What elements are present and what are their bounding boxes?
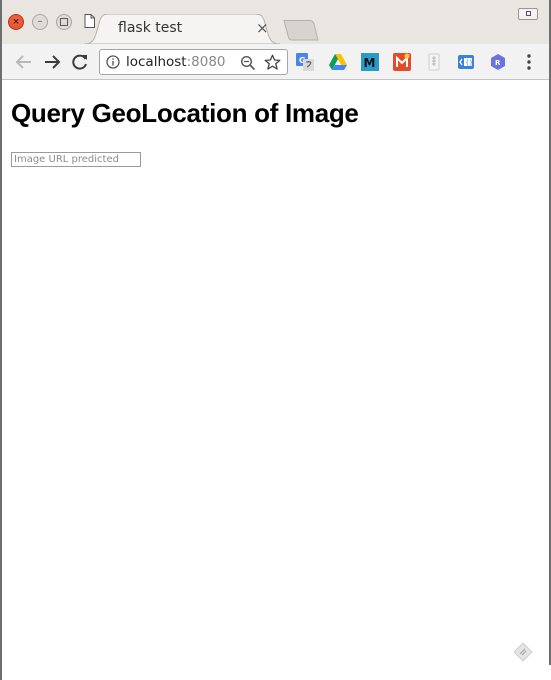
close-icon: ×	[12, 16, 20, 27]
google-translate-icon[interactable]: G	[296, 53, 314, 71]
back-arrow-icon[interactable]	[14, 52, 34, 72]
window-minimize-button[interactable]: –	[32, 14, 48, 30]
info-icon[interactable]	[106, 55, 120, 69]
page-content: Query GeoLocation of Image	[2, 80, 549, 680]
tab-flask-test[interactable]: flask test ×	[84, 14, 280, 44]
page-title: Query GeoLocation of Image	[11, 98, 359, 128]
window-bottom-edge	[2, 665, 551, 680]
reload-icon[interactable]	[70, 52, 90, 72]
address-port: :8080	[186, 54, 226, 70]
bookmark-star-icon[interactable]	[264, 54, 281, 71]
new-tab-button[interactable]	[282, 20, 320, 42]
blue-code-extension-icon[interactable]: {}	[457, 53, 475, 71]
red-extension-icon[interactable]	[393, 53, 411, 71]
forward-arrow-icon[interactable]	[42, 52, 62, 72]
window-close-button[interactable]: ×	[8, 14, 24, 30]
minimize-icon: –	[37, 16, 43, 27]
address-bar[interactable]: localhost:8080	[99, 49, 288, 75]
svg-text:{}: {}	[465, 60, 473, 67]
corner-extension-icon[interactable]	[513, 642, 533, 662]
address-url: localhost:8080	[126, 54, 226, 70]
zip-extension-icon[interactable]	[425, 53, 443, 71]
svg-text:R: R	[495, 59, 501, 67]
m-extension-icon[interactable]: M	[361, 53, 379, 71]
more-menu-icon[interactable]	[522, 53, 536, 71]
tab-title: flask test	[118, 20, 183, 36]
tab-strip: × – flask test ×	[2, 0, 549, 44]
zoom-out-icon[interactable]	[240, 55, 256, 71]
window-maximize-button[interactable]	[56, 14, 72, 30]
window-restore-icon[interactable]	[518, 8, 538, 20]
r-hexagon-icon[interactable]: R	[489, 53, 507, 71]
browser-window: × – flask test × localhost:8080 G M {} R…	[0, 0, 551, 680]
google-drive-icon[interactable]	[329, 53, 347, 71]
document-icon	[84, 14, 95, 28]
address-host: localhost	[126, 54, 187, 70]
svg-text:M: M	[364, 56, 376, 70]
image-url-input[interactable]	[11, 152, 141, 167]
browser-toolbar: localhost:8080 G M {} R	[2, 44, 549, 80]
maximize-icon	[60, 18, 68, 26]
tab-close-icon[interactable]: ×	[256, 19, 269, 37]
